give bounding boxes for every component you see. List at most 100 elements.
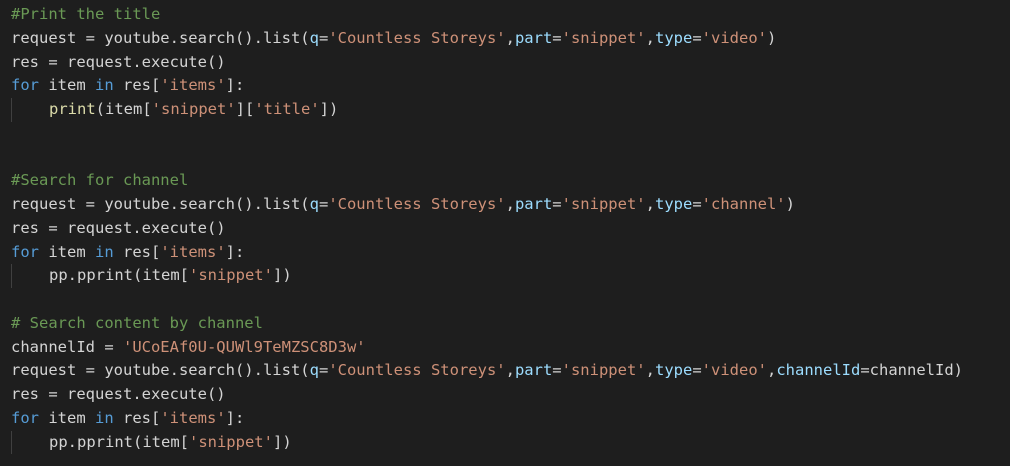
code-line[interactable] — [11, 146, 1010, 170]
code-token-string: 'Countless Storeys' — [328, 361, 506, 380]
code-token-string: 'Countless Storeys' — [328, 28, 506, 47]
code-token-string: 'title' — [254, 100, 320, 118]
code-token-param: part — [514, 361, 553, 380]
code-token-param: q — [309, 28, 319, 47]
code-token-default: ]: — [225, 242, 245, 261]
code-line[interactable]: for item in res['items']: — [11, 241, 1010, 265]
code-token-string: 'video' — [701, 361, 767, 380]
code-line[interactable]: request = youtube.search().list(q='Count… — [11, 193, 1010, 217]
code-token-keyword: in — [95, 242, 114, 261]
code-token-default: ]) — [272, 432, 292, 451]
code-token-default: , — [505, 195, 515, 213]
code-token-default: = — [692, 361, 702, 380]
code-token-default: item — [39, 408, 95, 427]
code-token-string: 'video' — [701, 28, 767, 47]
code-line[interactable] — [11, 122, 1010, 146]
code-token-default: , — [505, 28, 515, 47]
code-token-keyword: for — [11, 408, 39, 427]
code-token-default: pp.pprint(item[ — [49, 432, 189, 451]
code-line[interactable]: #Search for channel — [11, 169, 1010, 193]
code-token-default: = — [552, 195, 562, 213]
code-token-string: 'snippet' — [188, 432, 273, 451]
code-editor[interactable]: #Print the title request = youtube.search… — [0, 0, 1010, 466]
code-token-keyword: in — [95, 408, 114, 427]
code-token-default: = — [552, 28, 562, 47]
code-token-comment: #Search for channel — [11, 171, 189, 190]
code-token-string: 'UCoEAf0U-QUWl9TeMZSC8D3w' — [122, 337, 366, 356]
code-token-string: 'items' — [160, 76, 226, 95]
code-token-default: item — [39, 76, 95, 95]
code-token-default: = — [318, 361, 329, 380]
code-token-keyword: in — [95, 76, 114, 95]
code-token-func: print — [49, 100, 96, 118]
code-token-default: = — [692, 195, 702, 213]
code-token-string: 'items' — [160, 242, 226, 261]
code-token-default: res = request.execute() — [11, 218, 226, 237]
indent-guide — [11, 430, 12, 455]
code-token-string: 'items' — [160, 408, 226, 427]
code-token-default: item — [39, 242, 95, 261]
code-token-default: = — [318, 28, 329, 47]
code-token-keyword: for — [11, 242, 39, 261]
code-token-string: 'Countless Storeys' — [328, 195, 506, 213]
code-token-string: 'snippet' — [561, 28, 646, 47]
code-token-default: channelId = — [11, 337, 123, 356]
code-token-default: , — [766, 361, 777, 380]
code-token-default: res[ — [113, 408, 161, 427]
code-line[interactable]: res = request.execute() — [11, 217, 1010, 241]
code-token-default: ]) — [319, 100, 339, 118]
code-line[interactable]: #Print the title — [11, 3, 1010, 27]
code-token-default: ]) — [272, 266, 292, 285]
code-token-default: pp.pprint(item[ — [49, 266, 189, 285]
code-token-default: , — [645, 28, 655, 47]
code-token-string: 'snippet' — [151, 100, 236, 118]
code-line[interactable] — [11, 288, 1010, 312]
code-token-default: request = youtube.search().list( — [11, 361, 310, 380]
code-token-param: type — [654, 195, 693, 213]
code-token-param: type — [654, 28, 693, 47]
code-token-default: ]: — [225, 408, 245, 427]
code-token-default: ]: — [225, 76, 245, 95]
code-line[interactable]: for item in res['items']: — [11, 407, 1010, 431]
code-line[interactable]: res = request.execute() — [11, 383, 1010, 407]
code-token-param: channelId — [776, 361, 861, 380]
code-token-param: type — [654, 361, 693, 380]
code-line[interactable]: print(item['snippet']['title']) — [11, 98, 1010, 122]
code-token-comment: #Print the title — [11, 5, 161, 23]
code-token-param: q — [309, 361, 319, 380]
code-token-default: res = request.execute() — [11, 385, 226, 403]
code-token-default: , — [645, 361, 655, 380]
indent-guide — [11, 98, 12, 122]
code-token-param: q — [309, 195, 319, 213]
code-token-default: res = request.execute() — [11, 52, 226, 71]
code-token-default: =channelId) — [860, 361, 963, 380]
code-token-default: ][ — [235, 100, 255, 118]
code-token-default: = — [692, 28, 702, 47]
code-token-string: 'snippet' — [561, 361, 646, 380]
code-line[interactable]: pp.pprint(item['snippet']) — [11, 430, 1010, 455]
code-token-default: = — [318, 195, 329, 213]
code-token-default: ) — [766, 28, 777, 47]
code-token-default: , — [645, 195, 655, 213]
code-token-default: res[ — [113, 242, 161, 261]
code-line[interactable]: pp.pprint(item['snippet']) — [11, 264, 1010, 288]
code-token-default: = — [552, 361, 562, 380]
code-line[interactable]: for item in res['items']: — [11, 74, 1010, 98]
code-token-param: part — [514, 195, 553, 213]
code-token-string: 'snippet' — [188, 266, 273, 285]
code-line[interactable]: request = youtube.search().list(q='Count… — [11, 359, 1010, 383]
code-token-comment: # Search content by channel — [11, 313, 263, 332]
code-token-string: 'channel' — [701, 195, 786, 213]
code-token-default: ) — [785, 195, 795, 213]
code-line[interactable]: channelId = 'UCoEAf0U-QUWl9TeMZSC8D3w' — [11, 336, 1010, 360]
code-line[interactable]: request = youtube.search().list(q='Count… — [11, 27, 1010, 51]
code-token-default: res[ — [113, 76, 161, 95]
code-token-param: part — [514, 28, 553, 47]
code-token-string: 'snippet' — [561, 195, 646, 213]
code-token-default: request = youtube.search().list( — [11, 195, 310, 213]
code-token-default: , — [505, 361, 515, 380]
code-token-default: (item[ — [95, 100, 152, 118]
code-line[interactable]: res = request.execute() — [11, 51, 1010, 75]
code-line[interactable]: # Search content by channel — [11, 312, 1010, 336]
indent-guide — [11, 264, 12, 288]
